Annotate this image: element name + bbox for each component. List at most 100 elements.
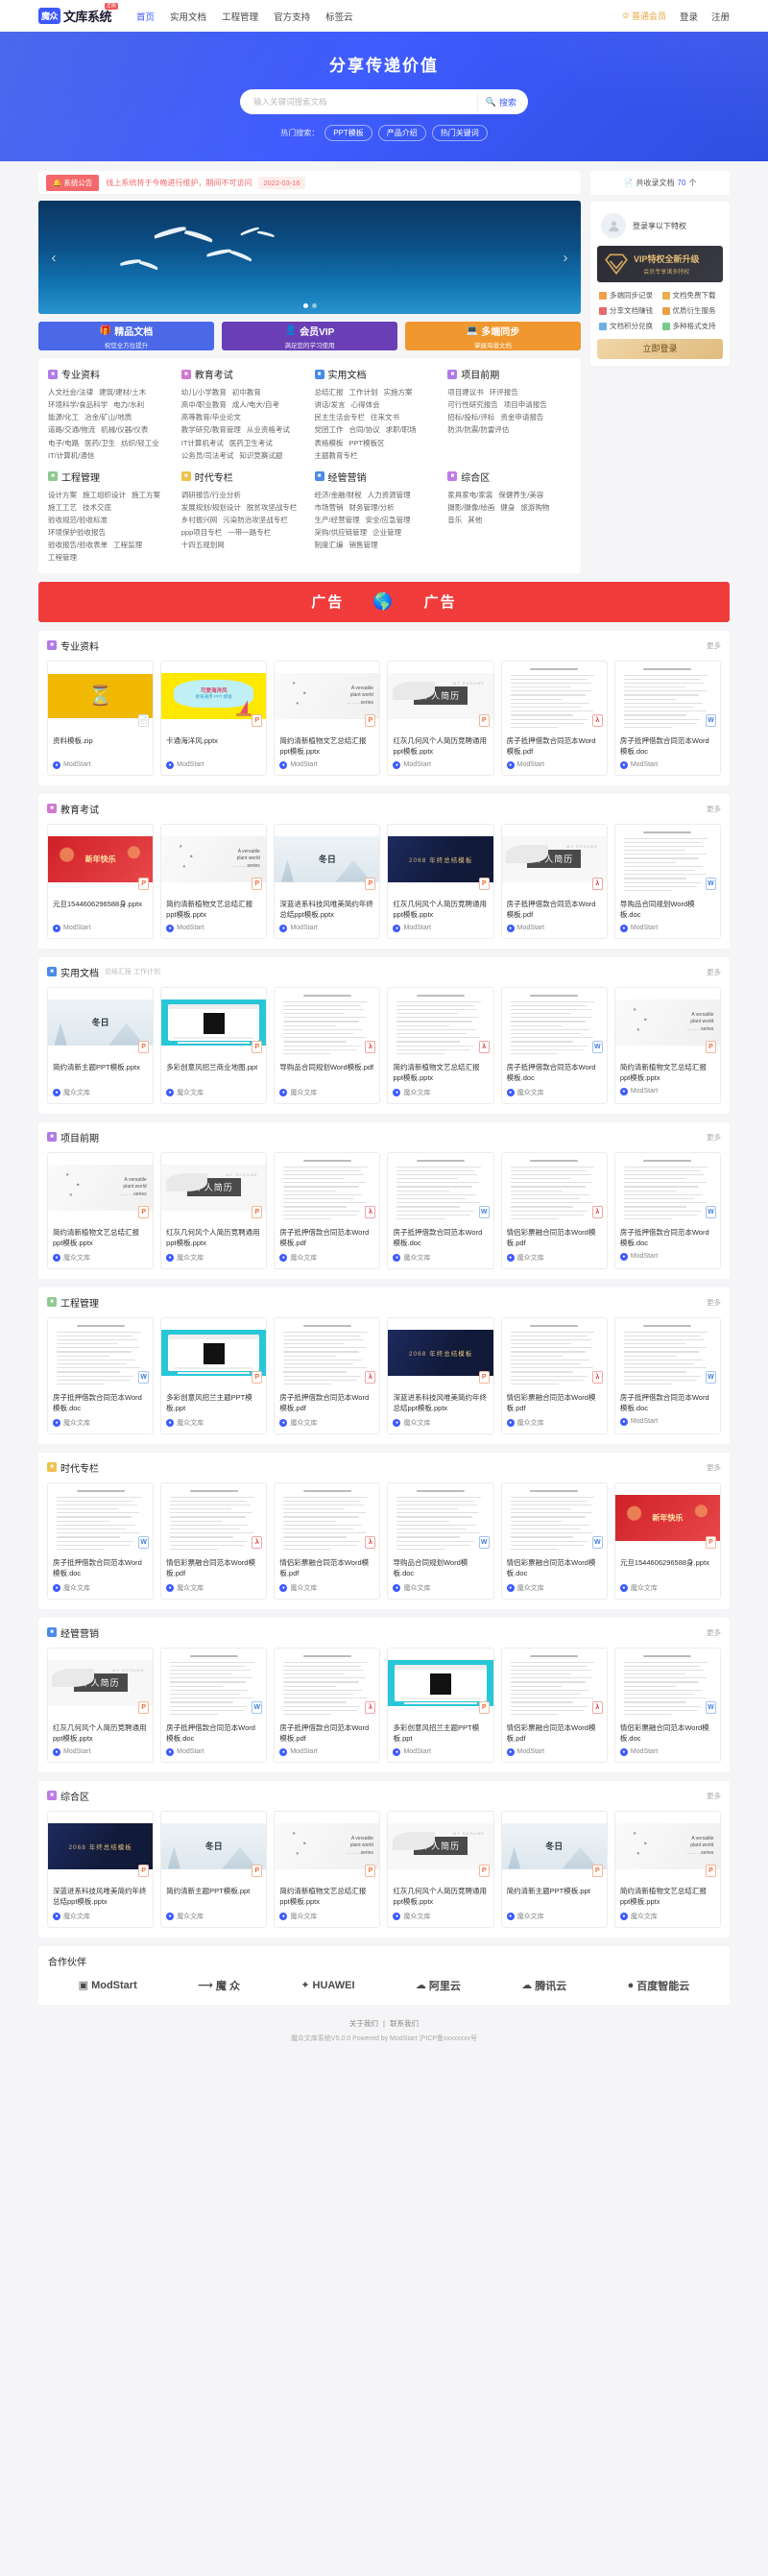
feature-box-multi-sync[interactable]: 💻 多端同步 掌握海量文档 xyxy=(405,322,581,350)
partner-logo[interactable]: ☁ 腾讯云 xyxy=(521,1978,566,1993)
document-card[interactable]: MY RESUME 个人简历 P 红灰几何风个人简历竞聘通用ppt模板.pptx… xyxy=(387,1810,494,1928)
feature-box-premium-docs[interactable]: 🎁 精品文档 祝您全方位提升 xyxy=(38,322,214,350)
category-link[interactable]: 防洪/防震/防雷评估 xyxy=(447,425,509,434)
category-link[interactable]: 工程管理 xyxy=(48,553,77,562)
document-card[interactable]: λ 情侣彩票融合同范本Word模板.pdf ● 魔众文库 xyxy=(500,1151,608,1269)
document-card[interactable]: λ 房子抵押借款合同范本Word模板.pdf ● 魔众文库 xyxy=(274,1151,381,1269)
category-link[interactable]: 初中教育 xyxy=(232,388,261,397)
advertisement-banner[interactable]: 广告 🌎 广告 xyxy=(38,581,730,622)
document-card[interactable]: λ 房子抵押借款合同范本Word模板.pdf ● ModStart xyxy=(274,1647,381,1763)
category-link[interactable]: PPT模板区 xyxy=(349,439,385,447)
category-link[interactable]: 乡村振兴网 xyxy=(181,516,218,524)
site-logo[interactable]: 魔众 文库系统 正版 xyxy=(38,3,119,25)
carousel-dot[interactable] xyxy=(311,303,317,308)
partner-logo[interactable]: ⟶ 魔 众 xyxy=(198,1978,240,1993)
nav-item-docs[interactable]: 实用文档 xyxy=(170,10,206,23)
nav-item-home[interactable]: 首页 xyxy=(136,10,155,23)
feature-box-vip[interactable]: 👤 会员VIP 满足您的学习使用 xyxy=(222,322,397,350)
search-input[interactable] xyxy=(253,97,477,107)
category-link[interactable]: 施工方案 xyxy=(132,491,160,499)
login-link[interactable]: 登录 xyxy=(680,10,698,23)
document-card[interactable]: 可爱海洋风 教育通用 PPT 模板 P 卡通海洋风.pptx ● ModStar… xyxy=(160,660,268,776)
document-card[interactable]: 冬日 P 深蓝进系科技风唯美简约年终总结ppt模板.pptx ● ModStar… xyxy=(274,823,381,939)
category-link[interactable]: 总结汇报 xyxy=(315,388,344,397)
document-card[interactable]: MY RESUME 个人简历 λ 房子抵押借款合同范本Word模板.pdf ● … xyxy=(500,823,608,939)
document-card[interactable]: A versatile plant world — — —series P 简约清新… xyxy=(47,1151,155,1269)
search-button[interactable]: 🔍 搜索 xyxy=(476,92,524,111)
category-link[interactable]: 资金申请报告 xyxy=(500,413,543,421)
category-link[interactable]: 高中/职业教育 xyxy=(181,400,227,409)
carousel-dot[interactable] xyxy=(302,303,308,308)
nav-item-tagcloud[interactable]: 标签云 xyxy=(325,10,353,23)
document-card[interactable]: A versatile plant world — — —series P 简约清新… xyxy=(274,660,381,776)
nav-item-support[interactable]: 官方支持 xyxy=(274,10,310,23)
partner-logo[interactable]: ✦ HUAWEI xyxy=(300,1979,354,1992)
hot-tag-ppt[interactable]: PPT模板 xyxy=(324,125,372,141)
category-link[interactable]: 音乐 xyxy=(447,516,462,524)
category-link[interactable]: 教学研究/教育管理 xyxy=(181,425,241,434)
document-card[interactable]: λ 房子抵押借款合同范本Word模板.pdf ● ModStart xyxy=(500,660,608,776)
category-link[interactable]: 心得体会 xyxy=(351,400,380,409)
category-link[interactable]: 党团工作 xyxy=(315,425,344,434)
section-more-link[interactable]: 更多 xyxy=(707,967,721,977)
footer-link-about[interactable]: 关于我们 xyxy=(349,2019,378,2028)
nav-item-engineering[interactable]: 工程管理 xyxy=(222,10,258,23)
login-now-button[interactable]: 立即登录 xyxy=(597,339,723,359)
section-more-link[interactable]: 更多 xyxy=(707,640,721,651)
category-link[interactable]: 医药卫生考试 xyxy=(229,439,273,447)
document-card[interactable]: λ 简约清新植物文艺总结汇报ppt模板.pptx ● 魔众文库 xyxy=(387,986,494,1104)
category-link[interactable]: 机械/仪器/仪表 xyxy=(101,425,148,434)
document-card[interactable]: P 多彩创意风招兰主题PPT模板.ppt ● 魔众文库 xyxy=(160,1316,268,1434)
category-link[interactable]: 旅游购物 xyxy=(520,503,549,512)
category-link[interactable]: 纺织/轻工业 xyxy=(121,439,159,447)
category-link[interactable]: 施工组织设计 xyxy=(83,491,126,499)
category-link[interactable]: 往来文书 xyxy=(371,413,399,421)
category-link[interactable]: 讲话/发言 xyxy=(315,400,346,409)
category-link[interactable]: 实施方案 xyxy=(384,388,413,397)
section-more-link[interactable]: 更多 xyxy=(707,1791,721,1801)
category-link[interactable]: 项目建议书 xyxy=(447,388,484,397)
system-notice-bar[interactable]: 🔔 系统公告 线上系统将于今晚进行维护，期间不可访问 2022-03-16 xyxy=(38,171,581,194)
section-more-link[interactable]: 更多 xyxy=(707,1297,721,1308)
category-link[interactable]: 民主生活会专栏 xyxy=(315,413,366,421)
footer-link-contact[interactable]: 联系我们 xyxy=(390,2019,419,2028)
document-card[interactable]: W 房子抵押借款合同范本Word模板.doc ● ModStart xyxy=(613,1316,721,1434)
category-link[interactable]: 幼儿/小学教育 xyxy=(181,388,227,397)
carousel-next-arrow-icon[interactable]: › xyxy=(557,249,574,266)
document-card[interactable]: P 多彩创意风招兰主题PPT模板.ppt ● ModStart xyxy=(387,1647,494,1763)
category-link[interactable]: 合同/协议 xyxy=(349,425,380,434)
category-link[interactable]: 污染防治攻坚战专栏 xyxy=(223,516,288,524)
document-card[interactable]: λ 情侣彩票融合同范本Word模板.pdf ● 魔众文库 xyxy=(160,1481,268,1600)
register-link[interactable]: 注册 xyxy=(711,10,730,23)
category-link[interactable]: 调研报告/行业分析 xyxy=(181,491,241,499)
category-link[interactable]: 公务员/司法考试 xyxy=(181,451,234,460)
document-card[interactable]: P 多彩创意风招兰商业地图.ppt ● 魔众文库 xyxy=(160,986,268,1104)
document-card[interactable]: W 情侣彩票融合同范本Word模板.doc ● 魔众文库 xyxy=(500,1481,608,1600)
hot-tag-keyword[interactable]: 热门关键词 xyxy=(431,125,488,141)
document-card[interactable]: W 房子抵押借款合同范本Word模板.doc ● 魔众文库 xyxy=(47,1316,155,1434)
category-link[interactable]: 可行性研究报告 xyxy=(447,400,498,409)
category-link[interactable]: 表格模板 xyxy=(315,439,344,447)
category-link[interactable]: 主题教育专栏 xyxy=(315,451,358,460)
partner-logo[interactable]: ☁ 阿里云 xyxy=(416,1978,461,1993)
category-link[interactable]: IT计算机考试 xyxy=(181,439,224,447)
document-card[interactable]: W 房子抵押借款合同范本Word模板.doc ● ModStart xyxy=(613,660,721,776)
document-card[interactable]: W 情侣彩票融合同范本Word模板.doc ● ModStart xyxy=(613,1647,721,1763)
category-link[interactable]: 人文社会/法律 xyxy=(48,388,93,397)
category-link[interactable]: 招标/投标/评标 xyxy=(447,413,494,421)
category-link[interactable]: 环境科学/食品科学 xyxy=(48,400,108,409)
document-card[interactable]: MY RESUME 个人简历 P 红灰几何风个人简历竞聘通用ppt模板.pptx… xyxy=(47,1647,155,1763)
category-link[interactable]: 工作计划 xyxy=(349,388,378,397)
document-card[interactable]: A versatile plant world — — —series P 简约清新… xyxy=(613,986,721,1104)
document-card[interactable]: 新年快乐 P 元旦1544606296588身.pptx ● 魔众文库 xyxy=(613,1481,721,1600)
category-link[interactable]: 制度汇编 xyxy=(315,541,344,549)
category-link[interactable]: 家具家电/家装 xyxy=(447,491,492,499)
category-link[interactable]: 知识竞赛试题 xyxy=(239,451,282,460)
category-link[interactable]: 采购/供应链管理 xyxy=(315,528,368,537)
document-card[interactable]: W 导购品合同规划Word模板.doc ● 魔众文库 xyxy=(387,1481,494,1600)
document-card[interactable]: λ 情侣彩票融合同范本Word模板.pdf ● 魔众文库 xyxy=(500,1316,608,1434)
category-link[interactable]: IT/计算机/通信 xyxy=(48,451,94,460)
category-link[interactable]: 其他 xyxy=(468,516,482,524)
category-link[interactable]: 市场营销 xyxy=(315,503,344,512)
document-card[interactable]: λ 情侣彩票融合同范本Word模板.pdf ● 魔众文库 xyxy=(274,1481,381,1600)
